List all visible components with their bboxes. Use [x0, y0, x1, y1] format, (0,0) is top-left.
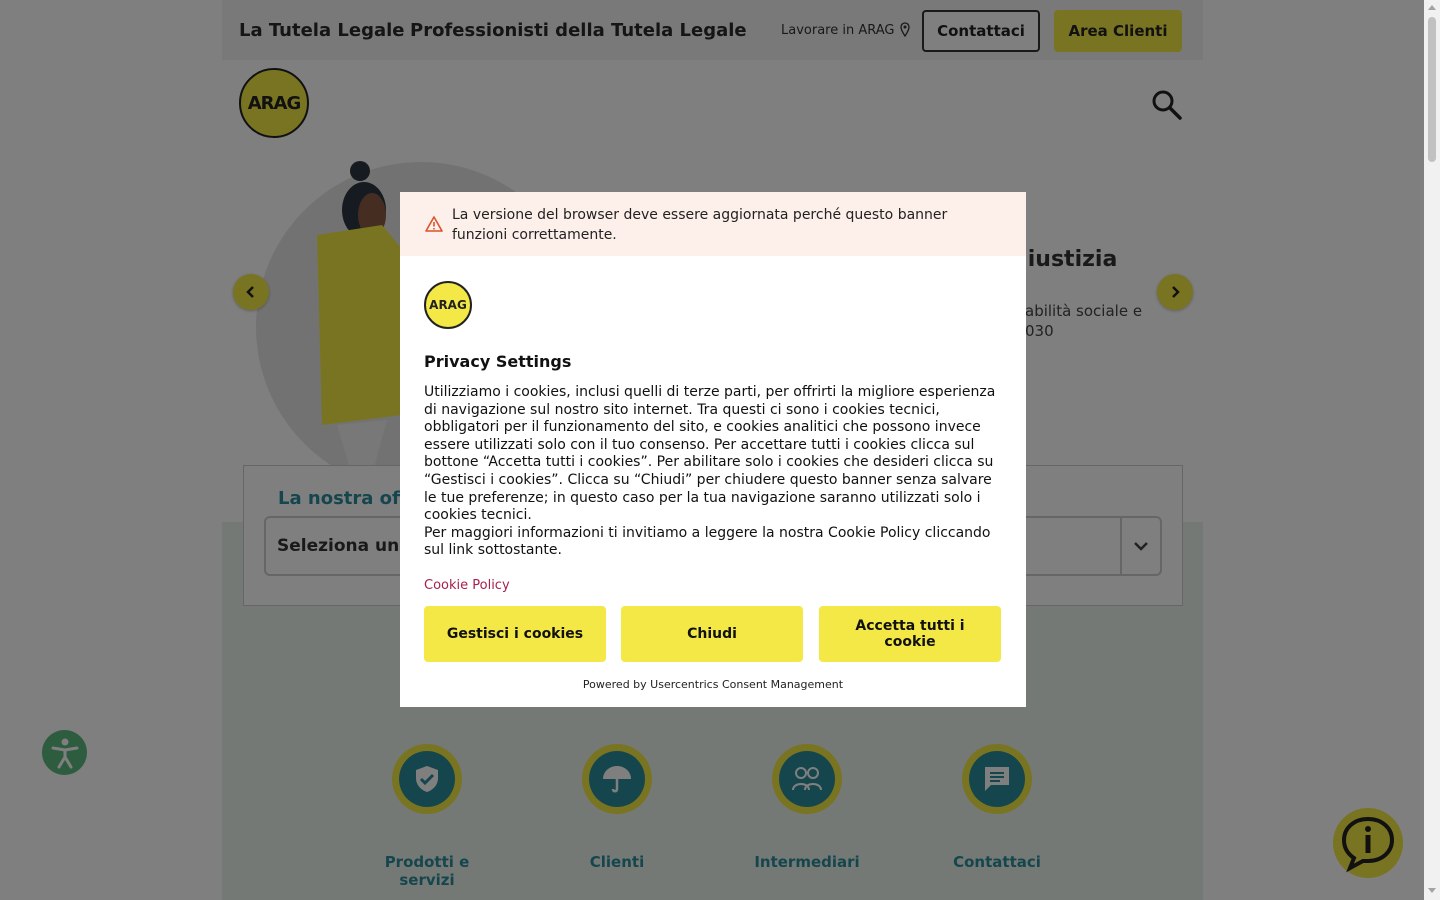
warning-icon	[425, 216, 443, 232]
dialog-arag-logo: ARAG	[424, 281, 472, 329]
cookie-policy-link[interactable]: Cookie Policy	[424, 578, 510, 593]
dialog-body: Utilizziamo i cookies, inclusi quelli di…	[424, 384, 1004, 560]
browser-warning-text: La versione del browser deve essere aggi…	[452, 207, 948, 243]
accept-all-cookies-button[interactable]: Accetta tutti i cookie	[819, 606, 1001, 662]
dialog-title: Privacy Settings	[424, 352, 572, 371]
scroll-up-arrow-icon[interactable]	[1428, 5, 1436, 10]
close-button[interactable]: Chiudi	[621, 606, 803, 662]
dialog-body-paragraph: Per maggiori informazioni ti invitiamo a…	[424, 524, 991, 559]
dialog-body-paragraph: Utilizziamo i cookies, inclusi quelli di…	[424, 384, 996, 524]
scroll-down-arrow-icon[interactable]	[1428, 888, 1436, 893]
powered-by-text: Powered by Usercentrics Consent Manageme…	[582, 678, 844, 691]
privacy-settings-dialog: La versione del browser deve essere aggi…	[400, 192, 1026, 707]
browser-warning-banner: La versione del browser deve essere aggi…	[400, 192, 1026, 256]
scrollbar-thumb[interactable]	[1428, 17, 1436, 162]
page-scrollbar[interactable]	[1424, 0, 1440, 900]
manage-cookies-button[interactable]: Gestisci i cookies	[424, 606, 606, 662]
